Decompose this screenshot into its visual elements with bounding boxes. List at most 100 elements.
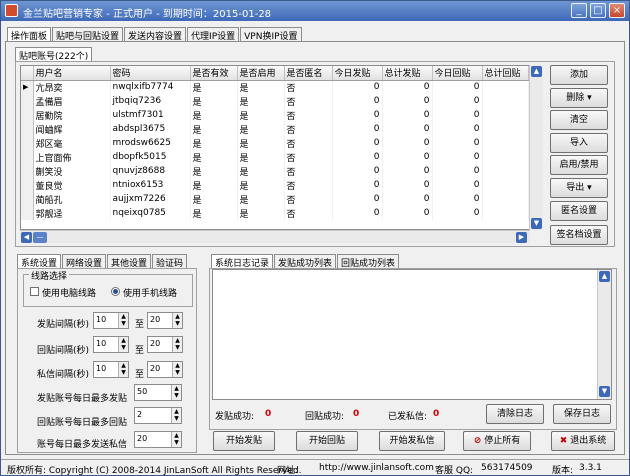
clear-button[interactable]: 清空 xyxy=(550,110,608,130)
tab-reply-success-list[interactable]: 回贴成功列表 xyxy=(337,254,400,269)
table-cell[interactable]: 是 xyxy=(190,94,238,108)
title-bar[interactable]: 金兰贴吧营销专家 - 正式用户 - 到期时间：2015-01-28 _ □ × xyxy=(1,1,629,21)
table-cell[interactable]: 0 xyxy=(432,164,483,178)
row-indicator[interactable]: ▶ xyxy=(21,80,34,94)
table-cell[interactable]: 0 xyxy=(382,108,433,122)
table-cell[interactable]: 0 xyxy=(382,136,433,150)
table-cell[interactable] xyxy=(482,80,529,94)
delete-button[interactable]: 删除 ▾ xyxy=(550,88,608,108)
tab-post-success-list[interactable]: 发贴成功列表 xyxy=(274,254,337,269)
reply-interval-from-stepper[interactable]: 10 ▲ ▼ xyxy=(93,336,129,353)
start-pm-button[interactable]: 开始发私信 xyxy=(379,431,445,451)
save-log-button[interactable]: 保存日志 xyxy=(553,404,611,424)
table-cell[interactable] xyxy=(482,206,529,220)
table-cell[interactable] xyxy=(482,94,529,108)
table-cell[interactable]: 0 xyxy=(332,178,383,192)
minimize-button[interactable]: _ xyxy=(571,3,587,18)
column-header[interactable]: 今日发贴 xyxy=(332,66,383,81)
table-cell[interactable]: 0 xyxy=(332,150,383,164)
table-row[interactable]: 孟備眉 jtbqiq7236 是是否 0 0 0 xyxy=(21,94,529,108)
post-daily-limit-value[interactable]: 50 xyxy=(137,387,147,396)
row-indicator[interactable] xyxy=(21,206,34,220)
table-cell[interactable]: 是 xyxy=(190,192,238,206)
post-interval-from-stepper[interactable]: 10 ▲ ▼ xyxy=(93,312,129,329)
table-row[interactable]: ▶ 亢昂奕 nwqlxifb7774 是是否 0 0 0 xyxy=(21,80,529,94)
table-row[interactable]: 郑区毫 mrodsw6625 是是否 0 0 0 xyxy=(21,136,529,150)
spinner-arrows-icon[interactable]: ▲ ▼ xyxy=(172,313,182,328)
start-post-button[interactable]: 开始发贴 xyxy=(213,431,275,451)
close-button[interactable]: × xyxy=(609,3,625,18)
table-cell[interactable]: mrodsw6625 xyxy=(110,136,191,150)
post-daily-limit-stepper[interactable]: 50 ▲ ▼ xyxy=(134,384,182,401)
table-cell[interactable]: 否 xyxy=(284,94,333,108)
table-cell[interactable]: abdspl3675 xyxy=(110,122,191,136)
table-cell[interactable] xyxy=(482,150,529,164)
pm-interval-from-stepper[interactable]: 10 ▲ ▼ xyxy=(93,361,129,378)
table-cell[interactable] xyxy=(482,164,529,178)
tab-captcha[interactable]: 验证码 xyxy=(152,254,188,269)
pm-interval-to-value[interactable]: 20 xyxy=(150,364,160,373)
column-header[interactable]: 今日回贴 xyxy=(432,66,483,81)
tab-bar-reply-settings[interactable]: 贴吧与回贴设置 xyxy=(52,27,124,42)
table-row[interactable]: 居勤院 ulstmf7301 是是否 0 0 0 xyxy=(21,108,529,122)
table-cell[interactable]: 0 xyxy=(432,122,483,136)
log-scrollbar[interactable]: ▲ ▼ xyxy=(597,270,611,399)
table-cell[interactable]: 蔺船孔 xyxy=(33,192,111,206)
grid-vertical-scrollbar[interactable]: ▲ ▼ xyxy=(529,65,543,230)
pm-interval-to-stepper[interactable]: 20 ▲ ▼ xyxy=(147,361,183,378)
table-cell[interactable]: 否 xyxy=(284,192,333,206)
table-cell[interactable] xyxy=(482,178,529,192)
table-row[interactable]: 蒯笑没 qnuvjz8688 是是否 0 0 0 xyxy=(21,164,529,178)
table-cell[interactable]: aujjxm7226 xyxy=(110,192,191,206)
table-cell[interactable] xyxy=(482,108,529,122)
column-header[interactable]: 是否启用 xyxy=(237,66,285,81)
row-indicator[interactable] xyxy=(21,108,34,122)
row-indicator[interactable] xyxy=(21,150,34,164)
spinner-arrows-icon[interactable]: ▲ ▼ xyxy=(118,362,128,377)
spinner-arrows-icon[interactable]: ▲ ▼ xyxy=(118,313,128,328)
accounts-grid[interactable]: 用户名 密码 是否有效 是否启用 是否匿名 今日发贴 总计发贴 今日回贴 总计回… xyxy=(20,65,530,230)
maximize-button[interactable]: □ xyxy=(590,3,606,18)
table-cell[interactable]: 0 xyxy=(432,150,483,164)
table-cell[interactable]: 是 xyxy=(237,178,285,192)
table-cell[interactable]: 0 xyxy=(432,108,483,122)
table-cell[interactable]: 是 xyxy=(237,150,285,164)
import-button[interactable]: 导入 xyxy=(550,133,608,153)
table-cell[interactable]: 亢昂奕 xyxy=(33,80,111,94)
log-textarea[interactable] xyxy=(212,269,612,400)
table-cell[interactable]: 是 xyxy=(190,136,238,150)
start-reply-button[interactable]: 开始回贴 xyxy=(296,431,358,451)
table-cell[interactable]: 否 xyxy=(284,206,333,220)
anonymous-settings-button[interactable]: 匿名设置 xyxy=(550,201,608,221)
table-cell[interactable]: 否 xyxy=(284,122,333,136)
scroll-down-icon[interactable]: ▼ xyxy=(531,218,542,229)
tab-system-settings[interactable]: 系统设置 xyxy=(17,254,62,269)
table-cell[interactable]: 0 xyxy=(332,80,383,94)
table-row[interactable]: 郭靓迳 nqeixq0785 是是否 0 0 0 xyxy=(21,206,529,220)
signature-settings-button[interactable]: 签名档设置 xyxy=(550,225,608,245)
tab-system-log[interactable]: 系统日志记录 xyxy=(211,254,274,269)
table-cell[interactable]: 是 xyxy=(190,164,238,178)
column-header[interactable]: 总计发贴 xyxy=(382,66,433,81)
grid-horizontal-scrollbar[interactable]: ◀ — ▶ xyxy=(20,230,530,243)
row-indicator[interactable] xyxy=(21,192,34,206)
pm-daily-limit-stepper[interactable]: 20 ▲ ▼ xyxy=(134,431,182,448)
table-cell[interactable]: 是 xyxy=(190,178,238,192)
table-cell[interactable]: 否 xyxy=(284,150,333,164)
reply-interval-from-value[interactable]: 10 xyxy=(96,339,106,348)
pm-interval-from-value[interactable]: 10 xyxy=(96,364,106,373)
table-cell[interactable]: jtbqiq7236 xyxy=(110,94,191,108)
table-cell[interactable]: 0 xyxy=(332,108,383,122)
table-cell[interactable]: 0 xyxy=(332,206,383,220)
scroll-right-icon[interactable]: ▶ xyxy=(516,232,527,243)
table-cell[interactable]: 0 xyxy=(432,178,483,192)
row-indicator[interactable] xyxy=(21,164,34,178)
clear-log-button[interactable]: 清除日志 xyxy=(486,404,544,424)
add-button[interactable]: 添加 xyxy=(550,65,608,85)
column-header[interactable]: 是否匿名 xyxy=(284,66,333,81)
table-cell[interactable]: 0 xyxy=(432,136,483,150)
table-cell[interactable]: nwqlxifb7774 xyxy=(110,80,191,94)
column-header[interactable]: 密码 xyxy=(110,66,191,81)
table-cell[interactable]: 是 xyxy=(237,108,285,122)
table-cell[interactable]: 0 xyxy=(332,122,383,136)
